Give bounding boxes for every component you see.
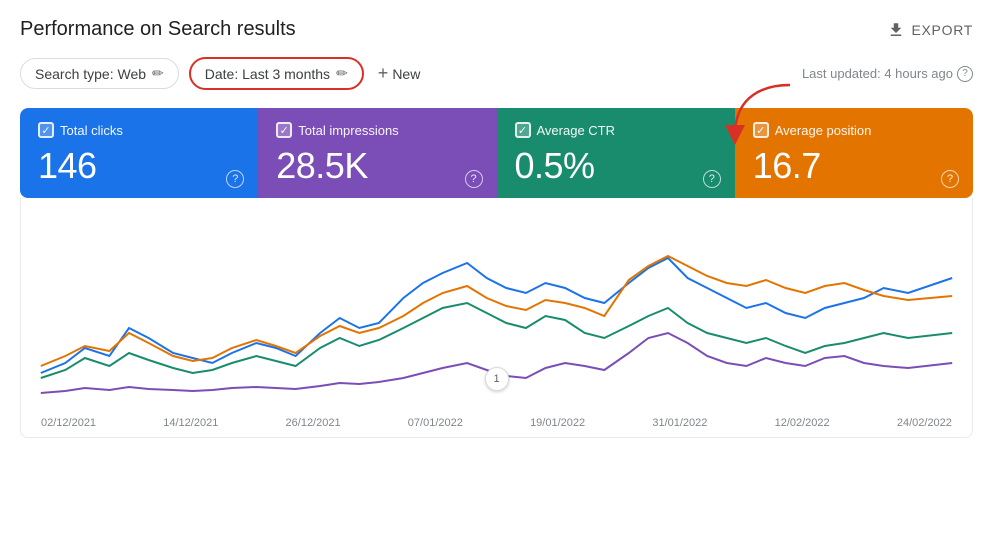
metric-value-clicks: 146 [38, 146, 240, 186]
x-label-0: 02/12/2021 [41, 417, 96, 429]
search-type-filter[interactable]: Search type: Web ✏ [20, 58, 179, 89]
metric-label-clicks: Total clicks [60, 123, 123, 138]
metric-header-ctr: Average CTR [515, 122, 717, 138]
metric-help-clicks[interactable]: ? [226, 170, 244, 188]
metrics-row: Total clicks 146 ? Total impressions 28.… [20, 108, 973, 198]
x-label-5: 31/01/2022 [652, 417, 707, 429]
metric-checkbox-clicks[interactable] [38, 122, 54, 138]
filter-row: Search type: Web ✏ Date: Last 3 months ✏… [20, 57, 973, 90]
metric-header-clicks: Total clicks [38, 122, 240, 138]
x-axis-labels: 02/12/2021 14/12/2021 26/12/2021 07/01/2… [31, 413, 962, 437]
date-label: Date: Last 3 months [205, 66, 330, 82]
x-label-4: 19/01/2022 [530, 417, 585, 429]
metric-card-impressions: Total impressions 28.5K ? [258, 108, 496, 198]
metrics-wrapper: Total clicks 146 ? Total impressions 28.… [20, 108, 973, 198]
search-type-edit-icon: ✏ [152, 65, 164, 82]
metric-help-position[interactable]: ? [941, 170, 959, 188]
last-updated: Last updated: 4 hours ago ? [802, 66, 973, 82]
export-button[interactable]: EXPORT [887, 21, 973, 39]
date-edit-icon: ✏ [336, 65, 348, 82]
metric-help-ctr[interactable]: ? [703, 170, 721, 188]
metric-label-impressions: Total impressions [298, 123, 398, 138]
x-label-2: 26/12/2021 [286, 417, 341, 429]
metric-value-position: 16.7 [753, 146, 955, 186]
metric-value-impressions: 28.5K [276, 146, 478, 186]
search-type-label: Search type: Web [35, 66, 146, 82]
help-circle-icon[interactable]: ? [957, 66, 973, 82]
x-label-3: 07/01/2022 [408, 417, 463, 429]
metric-checkbox-position[interactable] [753, 122, 769, 138]
metric-card-clicks: Total clicks 146 ? [20, 108, 258, 198]
metric-label-position: Average position [775, 123, 872, 138]
x-label-1: 14/12/2021 [163, 417, 218, 429]
metric-checkbox-impressions[interactable] [276, 122, 292, 138]
add-filter-label: New [392, 66, 420, 82]
metric-label-ctr: Average CTR [537, 123, 616, 138]
metric-header-impressions: Total impressions [276, 122, 478, 138]
chart-area: 1 02/12/2021 14/12/2021 26/12/2021 07/01… [20, 198, 973, 438]
metric-checkbox-ctr[interactable] [515, 122, 531, 138]
export-icon [887, 21, 905, 39]
pagination-dot: 1 [485, 367, 509, 391]
plus-icon: + [378, 63, 389, 84]
export-label: EXPORT [911, 22, 973, 38]
metric-card-position: Average position 16.7 ? [735, 108, 973, 198]
metric-header-position: Average position [753, 122, 955, 138]
metric-help-impressions[interactable]: ? [465, 170, 483, 188]
metric-card-ctr: Average CTR 0.5% ? [497, 108, 735, 198]
x-label-7: 24/02/2022 [897, 417, 952, 429]
add-filter-button[interactable]: + New [374, 57, 425, 90]
date-filter[interactable]: Date: Last 3 months ✏ [189, 57, 364, 90]
metric-value-ctr: 0.5% [515, 146, 717, 186]
x-label-6: 12/02/2022 [775, 417, 830, 429]
page-title: Performance on Search results [20, 18, 296, 41]
